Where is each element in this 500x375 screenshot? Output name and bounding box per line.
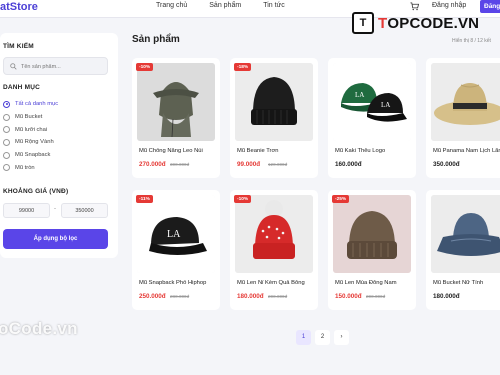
product-name[interactable]: Mũ Len Nỉ Kèm Quả Bông: [237, 280, 317, 286]
radio-icon[interactable]: [3, 164, 10, 172]
radio-selected-icon[interactable]: [3, 100, 10, 108]
product-price: 99.000đ: [237, 161, 261, 168]
page-button[interactable]: 1: [296, 330, 311, 345]
nav-news[interactable]: Tin tức: [263, 2, 285, 9]
search-icon: [10, 63, 17, 70]
product-name[interactable]: Mũ Len Mùa Đông Nam: [335, 280, 415, 286]
product-old-price: 300.000đ: [170, 162, 190, 167]
product-name[interactable]: Mũ Snapback Phố Hiphop: [139, 280, 219, 286]
discount-badge: -11%: [136, 195, 153, 203]
discount-badge: -10%: [234, 195, 252, 203]
radio-icon[interactable]: [3, 113, 10, 121]
pagination: 1 2 ›: [296, 330, 349, 345]
product-photo: [235, 63, 313, 141]
topcode-watermark-logo: T TOPCODE.VN: [352, 12, 479, 34]
product-old-price: 200.000đ: [268, 294, 288, 299]
product-photo: [137, 63, 215, 141]
filter-sidebar: TÌM KIẾM DANH MỤC Tất cả danh mục Mũ Buc…: [0, 33, 118, 258]
product-price: 180.000đ: [237, 293, 264, 300]
product-card[interactable]: -10% Mũ Chống Nắng Leo Núi 270.000đ 300.000…: [132, 58, 220, 178]
product-photo: [431, 63, 500, 141]
radio-icon[interactable]: [3, 126, 10, 134]
product-old-price: 280.000đ: [170, 294, 190, 299]
price-min-input[interactable]: 99000: [3, 203, 50, 218]
product-image[interactable]: LA: [137, 195, 215, 273]
nav-home[interactable]: Trang chủ: [156, 2, 187, 9]
product-price: 180.000đ: [433, 293, 460, 300]
product-name[interactable]: Mũ Chống Nắng Leo Núi: [139, 148, 219, 154]
main-nav: Trang chủ Sản phẩm Tin tức: [156, 2, 285, 9]
product-card[interactable]: -10% Mũ Len Nỉ Kèm Quả Bông 180.000đ 200.00…: [230, 190, 318, 310]
category-item-cap[interactable]: Mũ lưỡi chai: [3, 123, 58, 136]
product-photo: [235, 195, 313, 273]
price-max-input[interactable]: 350000: [61, 203, 108, 218]
product-card[interactable]: Mũ Panama Nam Lịch Lãm 350.000đ: [426, 58, 500, 178]
product-price: 270.000đ: [139, 161, 166, 168]
category-item-round[interactable]: Mũ tròn: [3, 161, 58, 174]
product-image[interactable]: [137, 63, 215, 141]
radio-icon[interactable]: [3, 138, 10, 146]
page-title: Sản phẩm: [132, 34, 180, 45]
product-price: 160.000đ: [335, 161, 362, 168]
product-old-price: 200.000đ: [366, 294, 386, 299]
product-card[interactable]: Mũ Bucket Nữ Tính 180.000đ: [426, 190, 500, 310]
product-photo: [431, 195, 500, 273]
product-name[interactable]: Mũ Panama Nam Lịch Lãm: [433, 148, 500, 154]
product-name[interactable]: Mũ Bucket Nữ Tính: [433, 280, 500, 286]
apply-filter-button[interactable]: Áp dụng bộ lọc: [3, 229, 108, 249]
price-range-title: KHOẢNG GIÁ (VNĐ): [3, 188, 69, 195]
category-item-wide-brim[interactable]: Mũ Rộng Vành: [3, 136, 58, 149]
discount-badge: -25%: [332, 195, 350, 203]
discount-badge: -18%: [234, 63, 252, 71]
search-title: TÌM KIẾM: [3, 43, 34, 50]
category-list: Tất cả danh mục Mũ Bucket Mũ lưỡi chai M…: [3, 98, 58, 174]
category-item-snapback[interactable]: Mũ Snapback: [3, 149, 58, 162]
brand-logo[interactable]: atStore: [0, 1, 38, 13]
category-item-all[interactable]: Tất cả danh mục: [3, 98, 58, 111]
svg-text:LA: LA: [355, 91, 364, 99]
login-link[interactable]: Đăng nhập: [432, 2, 466, 9]
svg-text:LA: LA: [381, 101, 390, 109]
product-card[interactable]: LA LA Mũ Kaki Thêu Logo 160.000đ: [328, 58, 416, 178]
product-image[interactable]: [431, 63, 500, 141]
product-image[interactable]: [431, 195, 500, 273]
product-price: 250.000đ: [139, 293, 166, 300]
category-title: DANH MỤC: [3, 84, 40, 91]
product-image[interactable]: LA LA: [333, 63, 411, 141]
category-item-bucket[interactable]: Mũ Bucket: [3, 111, 58, 124]
product-photo: LA LA: [333, 63, 411, 141]
product-card[interactable]: -18% Mũ Beanie Trơn 99.000đ 120.000đ: [230, 58, 318, 178]
register-button[interactable]: Đăng k: [480, 0, 500, 13]
result-count: Hiển thị 8 / 12 kết: [452, 38, 491, 44]
search-box[interactable]: [3, 57, 108, 75]
product-price: 350.000đ: [433, 161, 460, 168]
product-price: 150.000đ: [335, 293, 362, 300]
product-card[interactable]: -25% Mũ Len Mùa Đông Nam 150.000đ 200.000đ: [328, 190, 416, 310]
next-page-button[interactable]: ›: [334, 330, 349, 345]
radio-icon[interactable]: [3, 151, 10, 159]
product-image[interactable]: [333, 195, 411, 273]
search-input[interactable]: [21, 61, 106, 72]
cart-icon[interactable]: [410, 2, 419, 11]
product-photo: [333, 195, 411, 273]
product-card[interactable]: LA -11% Mũ Snapback Phố Hiphop 250.000đ 280.…: [132, 190, 220, 310]
nav-products[interactable]: Sản phẩm: [209, 2, 241, 9]
price-separator: -: [54, 206, 56, 212]
product-image[interactable]: [235, 63, 313, 141]
product-photo: LA: [137, 195, 215, 273]
topcode-watermark-bottom: oCode.vn: [0, 319, 78, 338]
page-button[interactable]: 2: [315, 330, 330, 345]
product-image[interactable]: [235, 195, 313, 273]
topcode-watermark-text: TOPCODE.VN: [378, 14, 480, 32]
product-name[interactable]: Mũ Kaki Thêu Logo: [335, 148, 415, 154]
svg-text:LA: LA: [167, 229, 181, 240]
product-name[interactable]: Mũ Beanie Trơn: [237, 148, 317, 154]
product-old-price: 120.000đ: [268, 162, 288, 167]
topcode-mark-icon: T: [352, 12, 374, 34]
discount-badge: -10%: [136, 63, 154, 71]
